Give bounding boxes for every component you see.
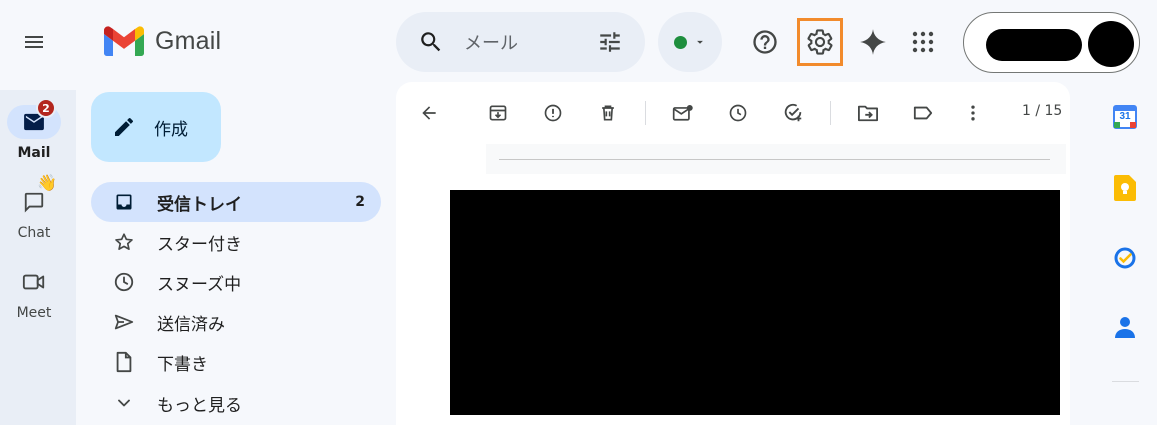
report-spam-button[interactable] <box>536 96 570 130</box>
unread-badge: 2 <box>36 98 56 118</box>
status-selector[interactable] <box>658 12 722 72</box>
rail-label-chat: Chat <box>17 225 51 241</box>
keep-icon <box>1114 175 1136 201</box>
back-button[interactable] <box>412 96 446 130</box>
gmail-wordmark: Gmail <box>155 26 222 55</box>
send-icon <box>114 314 134 330</box>
contacts-button[interactable] <box>1112 314 1138 340</box>
chevron-down-icon <box>118 399 130 407</box>
mark-unread-button[interactable] <box>666 96 700 130</box>
message-view: 1 / 15 <box>396 82 1070 425</box>
gmail-logo[interactable]: Gmail <box>104 26 221 56</box>
label-button[interactable] <box>906 96 940 130</box>
archive-icon <box>489 105 507 121</box>
calendar-day: 31 <box>1119 111 1131 122</box>
status-dot <box>673 35 687 49</box>
inbox-count: 2 <box>355 194 365 210</box>
snooze-button[interactable] <box>721 96 755 130</box>
nav-item-snoozed[interactable]: スヌーズ中 <box>91 262 381 302</box>
nav-label-inbox: 受信トレイ <box>157 194 242 215</box>
report-icon <box>544 104 562 122</box>
chat-icon <box>24 192 44 213</box>
nav-item-starred[interactable]: スター付き <box>91 222 381 262</box>
wave-emoji: 👋 <box>37 173 57 192</box>
nav-label-snoozed: スヌーズ中 <box>157 274 242 295</box>
clock-icon <box>114 272 134 292</box>
inbox-icon <box>116 194 132 210</box>
nav-item-sent[interactable]: 送信済み <box>91 302 381 342</box>
side-panel-divider <box>1112 381 1139 382</box>
pencil-icon <box>115 117 133 136</box>
add-to-tasks-button[interactable] <box>776 96 810 130</box>
folder-move-icon <box>858 105 878 122</box>
rail-label-meet: Meet <box>16 305 52 321</box>
move-to-button[interactable] <box>851 96 885 130</box>
mark-unread-icon <box>672 104 693 121</box>
apps-button[interactable] <box>903 22 943 62</box>
gemini-button[interactable] <box>853 22 893 62</box>
nav-item-inbox[interactable]: 受信トレイ 2 <box>91 182 381 222</box>
avatar[interactable] <box>1088 21 1134 67</box>
help-icon <box>753 30 777 54</box>
draft-icon <box>116 351 132 373</box>
rail-item-mail[interactable]: 2 Mail <box>0 98 68 161</box>
rail-item-chat[interactable]: 👋 Chat <box>0 173 68 241</box>
redacted-message-body <box>450 190 1060 415</box>
account-switcher[interactable] <box>963 12 1140 73</box>
chevron-down-icon <box>696 40 703 44</box>
tasks-icon <box>1114 247 1136 269</box>
rail-label-mail: Mail <box>17 145 51 161</box>
video-icon <box>22 274 45 290</box>
rail-item-meet[interactable]: Meet <box>0 265 68 321</box>
trash-icon <box>602 105 614 121</box>
nav-label-sent: 送信済み <box>157 314 225 335</box>
nav-label-more: もっと見る <box>157 395 242 416</box>
nav-item-more[interactable]: もっと見る <box>91 383 381 423</box>
clock-icon <box>729 104 747 122</box>
gear-icon <box>807 29 833 55</box>
star-icon <box>115 233 133 250</box>
apps-grid-icon <box>912 31 934 53</box>
nav-label-drafts: 下書き <box>157 354 208 375</box>
archive-button[interactable] <box>481 96 515 130</box>
more-vert-icon <box>971 105 975 121</box>
label-icon <box>913 106 933 120</box>
header-divider <box>499 159 1050 160</box>
gmail-m-icon <box>104 26 144 56</box>
delete-button[interactable] <box>591 96 625 130</box>
nav-item-drafts[interactable]: 下書き <box>91 342 381 382</box>
arrow-back-icon <box>422 106 436 120</box>
search-input[interactable]: メール <box>464 29 597 55</box>
sparkle-icon <box>860 29 886 55</box>
tasks-button[interactable] <box>1112 245 1138 271</box>
contacts-icon <box>1115 317 1135 338</box>
more-options-button[interactable] <box>956 96 990 130</box>
keep-button[interactable] <box>1112 175 1138 201</box>
pager-count: 1 / 15 <box>1022 103 1063 119</box>
search-bar[interactable]: メール <box>396 12 645 72</box>
compose-label: 作成 <box>154 119 188 140</box>
compose-button[interactable]: 作成 <box>91 92 221 162</box>
redacted-account-name <box>986 29 1082 61</box>
hamburger-icon <box>25 36 43 48</box>
main-menu-button[interactable] <box>14 24 54 60</box>
nav-label-starred: スター付き <box>157 234 242 255</box>
tune-icon[interactable] <box>597 29 623 55</box>
help-button[interactable] <box>745 22 785 62</box>
settings-button[interactable] <box>797 18 843 66</box>
add-task-icon <box>784 103 802 122</box>
search-icon[interactable] <box>418 29 444 55</box>
